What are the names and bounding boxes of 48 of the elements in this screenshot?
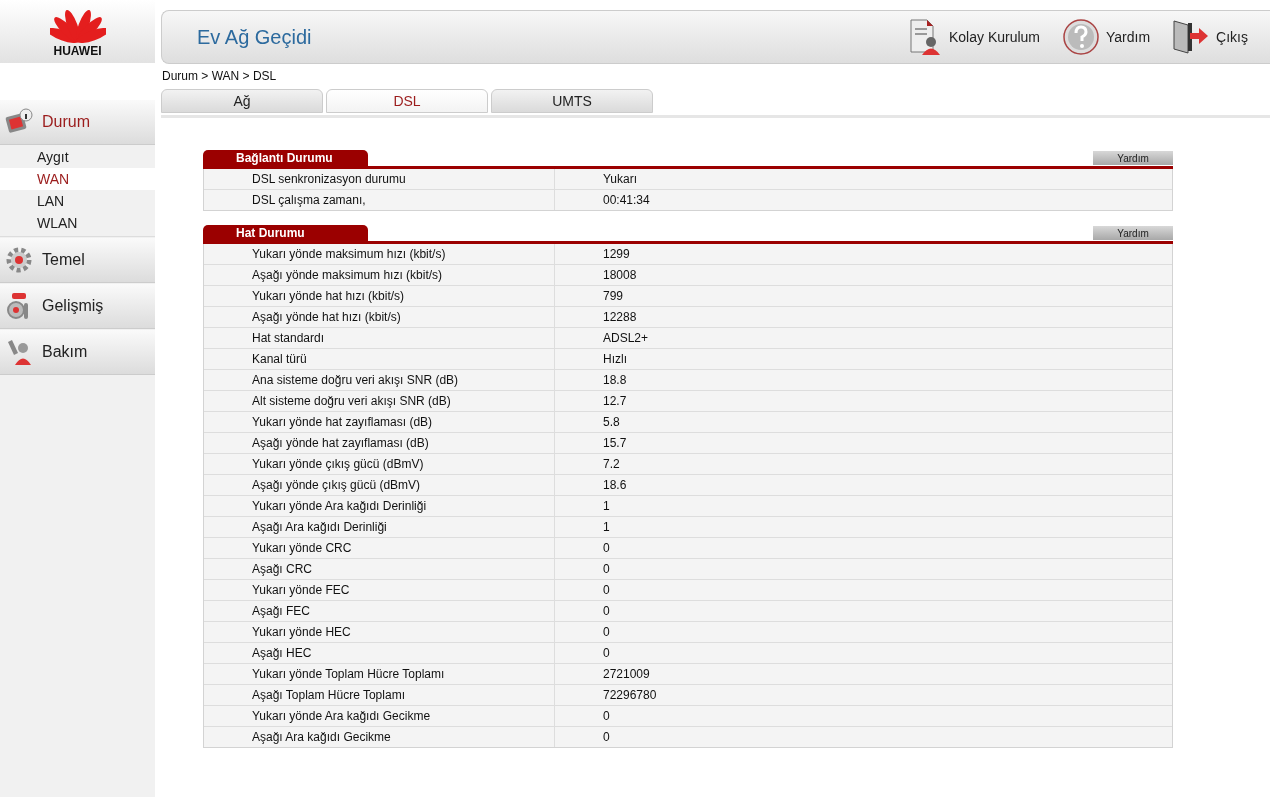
gear-icon [4, 245, 34, 275]
table-cell-text: Aşağı CRC [251, 561, 314, 578]
table-cell-text: Yukarı yönde Ara kağıdı Derinliği [251, 498, 428, 515]
table-cell-text: Hat standardı [251, 330, 326, 347]
table-cell-text: DSL çalışma zamanı, [251, 192, 367, 209]
table-cell-text: Aşağı FEC [251, 603, 312, 620]
table-cell-text: Aşağı HEC [251, 645, 313, 662]
breadcrumb: Durum > WAN > DSL [162, 69, 278, 83]
section-title: Bağlantı Durumu [203, 150, 368, 166]
table-cell-text: Yukarı yönde FEC [251, 582, 351, 599]
table-cell-text: Yukarı yönde CRC [251, 540, 353, 557]
logo: HUAWEI [0, 0, 155, 63]
table-cell-text: Yukarı yönde hat hızı (kbit/s) [251, 288, 406, 305]
table-cell-text: Yukarı yönde Ara kağıdı Gecikme [251, 708, 432, 725]
header-link[interactable]: Çıkış [1172, 19, 1248, 55]
header-link[interactable]: Yardım [1062, 18, 1151, 56]
table-cell-text: Aşağı yönde hat hızı (kbit/s) [251, 309, 402, 326]
header-link[interactable]: Kolay Kurulum [906, 18, 1040, 56]
table-cell-text: Yukarı yönde hat zayıflaması (dB) [251, 414, 434, 431]
tab[interactable]: Ağ [161, 89, 323, 113]
tab[interactable]: DSL [326, 89, 488, 113]
section-title: Hat Durumu [203, 225, 368, 241]
table-cell-text: Yukarı yönde HEC [251, 624, 352, 641]
table-cell-text: Yukarı yönde Toplam Hücre Toplamı [251, 666, 446, 683]
table-cell: 00:41:34 [554, 190, 1172, 210]
table-cell-text: Alt sisteme doğru veri akışı SNR (dB) [251, 393, 452, 410]
sidebar-item[interactable]: Gelişmiş [0, 284, 155, 329]
table-cell-text: Aşağı yönde çıkış gücü (dBmV) [251, 477, 422, 494]
table-cell-text: Yukarı yönde maksimum hızı (kbit/s) [251, 246, 447, 263]
table-cell-text: Ana sisteme doğru veri akışı SNR (dB) [251, 372, 460, 389]
help-button[interactable]: Yardım [1093, 151, 1173, 165]
table-cell-text: Aşağı yönde hat zayıflaması (dB) [251, 435, 430, 452]
table-cell-text: DSL senkronizasyon durumu [251, 171, 407, 188]
page-title: Ev Ağ Geçidi [197, 25, 313, 49]
table-cell-text: Aşağı Ara kağıdı Gecikme [251, 729, 392, 746]
table-cell-text: Yukarı yönde çıkış gücü (dBmV) [251, 456, 425, 473]
help-button[interactable]: Yardım [1093, 226, 1173, 240]
table-cell-text: Aşağı Toplam Hücre Toplamı [251, 687, 406, 704]
help-icon [1062, 18, 1100, 56]
table-cell: 0 [554, 727, 1172, 747]
table-cell-text: Aşağı yönde maksimum hızı (kbit/s) [251, 267, 444, 284]
table-cell-text: Aşağı Ara kağıdı Derinliği [251, 519, 388, 536]
sidebar-item[interactable]: Durum [0, 100, 155, 145]
tab[interactable]: UMTS [491, 89, 653, 113]
sidebar-item[interactable]: Temel [0, 238, 155, 283]
sidebar-subitem[interactable]: WAN [0, 168, 155, 190]
table-cell-text: Kanal türü [251, 351, 308, 368]
sidebar-item[interactable]: Bakım [0, 330, 155, 375]
